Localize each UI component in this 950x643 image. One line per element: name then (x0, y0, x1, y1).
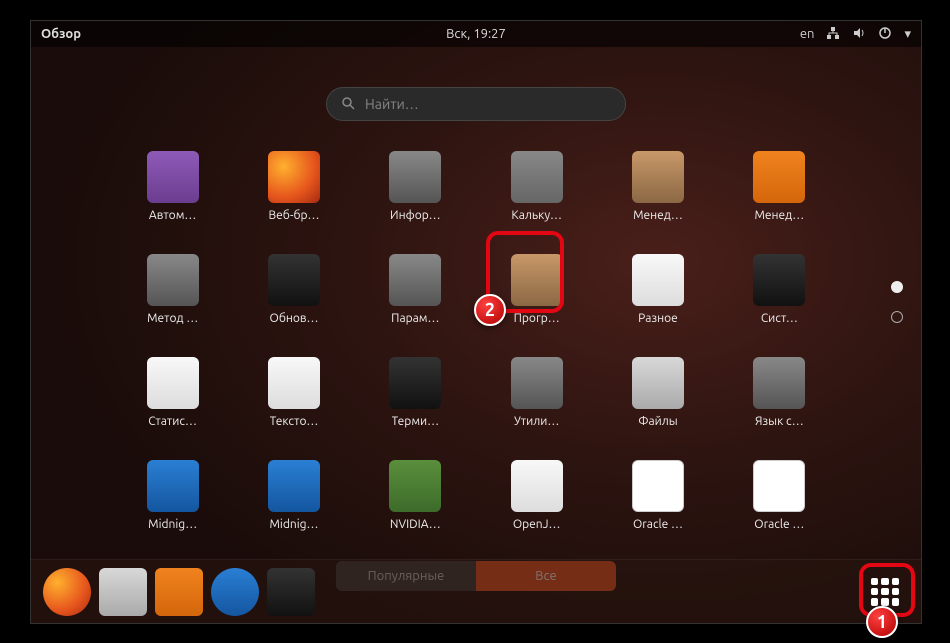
app-openjdk-label: OpenJ… (513, 518, 561, 531)
desktop-frame: Обзор Вск, 19:27 en ▾ Найти… Автом… Веб-б… (30, 20, 922, 624)
app-software-sources-label: Прогр… (514, 312, 560, 325)
search-input[interactable]: Найти… (326, 87, 626, 121)
top-bar: Обзор Вск, 19:27 en ▾ (31, 21, 921, 47)
page-indicator (891, 281, 903, 323)
app-oracle-2-icon (753, 460, 805, 512)
app-settings[interactable]: Парам… (370, 254, 460, 325)
dock-monitor[interactable] (267, 568, 315, 616)
app-midnight-1[interactable]: Midnig… (128, 460, 218, 531)
app-software-sources-icon (511, 254, 563, 306)
app-calculator-label: Кальку… (511, 209, 562, 222)
app-utilities-icon (511, 357, 563, 409)
app-language-icon (753, 357, 805, 409)
app-settings-icon (389, 254, 441, 306)
app-nvidia-icon (389, 460, 441, 512)
app-firefox-icon (268, 151, 320, 203)
search-icon (341, 96, 355, 113)
app-terminal-icon (389, 357, 441, 409)
app-text-editor-label: Тексто… (270, 415, 319, 428)
app-info[interactable]: Инфор… (370, 151, 460, 222)
app-software-sources[interactable]: Прогр… (492, 254, 582, 325)
app-statistics[interactable]: Статис… (128, 357, 218, 428)
app-terminal[interactable]: Терми… (370, 357, 460, 428)
app-files-label: Файлы (638, 415, 677, 428)
app-package-manager-icon (632, 151, 684, 203)
app-oracle-1[interactable]: Oracle … (613, 460, 703, 531)
app-text-editor[interactable]: Тексто… (249, 357, 339, 428)
app-misc-label: Разное (638, 312, 678, 325)
show-applications-button[interactable] (861, 568, 909, 616)
app-midnight-2-label: Midnig… (269, 518, 318, 531)
dock-help[interactable] (211, 568, 259, 616)
app-package-manager-label: Менед… (633, 209, 683, 222)
app-statistics-icon (147, 357, 199, 409)
dropdown-icon[interactable]: ▾ (904, 27, 911, 42)
app-firefox-label: Веб-бр… (269, 209, 320, 222)
app-nvidia-label: NVIDIA… (390, 518, 441, 531)
power-icon[interactable] (878, 26, 892, 43)
app-autostart[interactable]: Автом… (128, 151, 218, 222)
dock (31, 559, 921, 623)
app-utilities[interactable]: Утили… (492, 357, 582, 428)
app-autostart-icon (147, 151, 199, 203)
app-oracle-2[interactable]: Oracle … (734, 460, 824, 531)
app-nvidia[interactable]: NVIDIA… (370, 460, 460, 531)
page-dot-1[interactable] (891, 281, 903, 293)
search-placeholder: Найти… (365, 96, 419, 112)
app-software-manager[interactable]: Менед… (734, 151, 824, 222)
app-system-monitor-icon (753, 254, 805, 306)
app-updates-icon (268, 254, 320, 306)
app-software-manager-label: Менед… (754, 209, 804, 222)
app-midnight-2[interactable]: Midnig… (249, 460, 339, 531)
app-settings-label: Парам… (391, 312, 439, 325)
app-info-label: Инфор… (390, 209, 441, 222)
application-grid: Автом… Веб-бр… Инфор… Кальку… Менед… Менед… Ме… (126, 151, 826, 531)
app-utilities-label: Утили… (514, 415, 559, 428)
app-midnight-1-icon (147, 460, 199, 512)
app-statistics-label: Статис… (148, 415, 197, 428)
app-misc-icon (632, 254, 684, 306)
app-updates[interactable]: Обнов… (249, 254, 339, 325)
app-oracle-2-label: Oracle … (754, 518, 804, 531)
app-misc[interactable]: Разное (613, 254, 703, 325)
app-input-methods[interactable]: Метод … (128, 254, 218, 325)
clock[interactable]: Вск, 19:27 (446, 27, 506, 41)
app-system-monitor-label: Сист… (761, 312, 798, 325)
volume-icon[interactable] (852, 26, 866, 43)
app-files-icon (632, 357, 684, 409)
app-oracle-1-icon (632, 460, 684, 512)
app-openjdk[interactable]: OpenJ… (492, 460, 582, 531)
app-firefox[interactable]: Веб-бр… (249, 151, 339, 222)
app-language[interactable]: Язык с… (734, 357, 824, 428)
app-package-manager[interactable]: Менед… (613, 151, 703, 222)
app-oracle-1-label: Oracle … (633, 518, 683, 531)
dock-firefox[interactable] (43, 568, 91, 616)
network-icon[interactable] (826, 26, 840, 43)
app-files[interactable]: Файлы (613, 357, 703, 428)
app-midnight-2-icon (268, 460, 320, 512)
app-autostart-label: Автом… (149, 209, 196, 222)
app-openjdk-icon (511, 460, 563, 512)
app-input-methods-label: Метод … (147, 312, 198, 325)
activities-button[interactable]: Обзор (41, 27, 81, 41)
app-software-manager-icon (753, 151, 805, 203)
page-dot-2[interactable] (891, 311, 903, 323)
dock-files[interactable] (99, 568, 147, 616)
dock-software[interactable] (155, 568, 203, 616)
app-midnight-1-label: Midnig… (148, 518, 197, 531)
app-terminal-label: Терми… (392, 415, 440, 428)
app-language-label: Язык с… (755, 415, 804, 428)
lang-indicator[interactable]: en (800, 27, 815, 41)
app-info-icon (389, 151, 441, 203)
app-calculator[interactable]: Кальку… (492, 151, 582, 222)
app-calculator-icon (511, 151, 563, 203)
app-updates-label: Обнов… (270, 312, 319, 325)
app-system-monitor[interactable]: Сист… (734, 254, 824, 325)
app-input-methods-icon (147, 254, 199, 306)
app-text-editor-icon (268, 357, 320, 409)
